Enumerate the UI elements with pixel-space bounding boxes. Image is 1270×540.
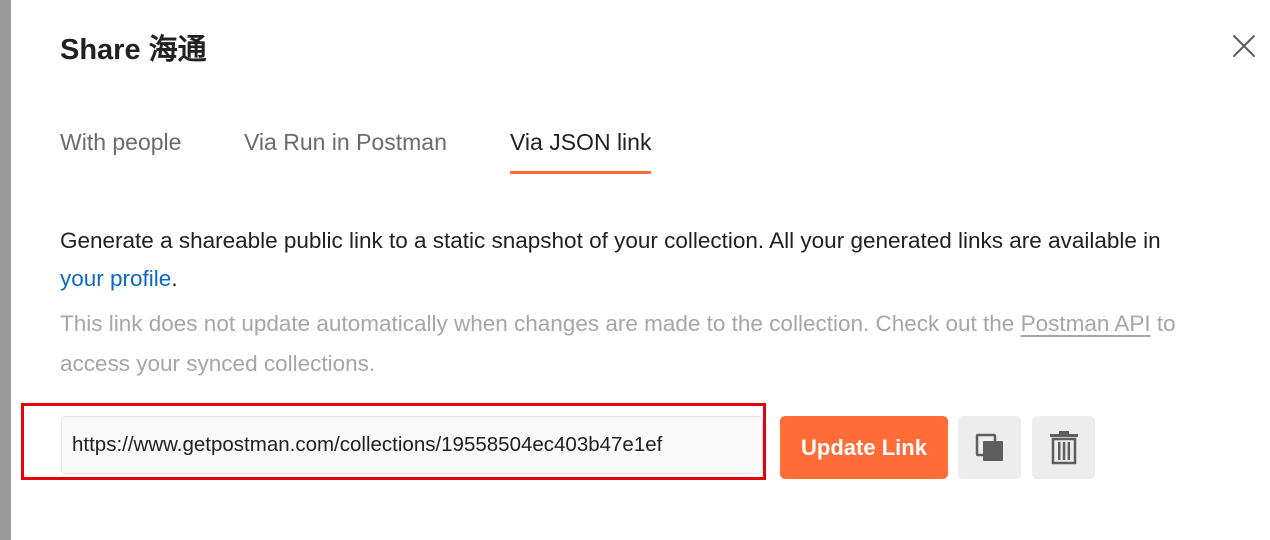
tab-with-people[interactable]: With people xyxy=(60,122,181,174)
close-icon xyxy=(1233,35,1255,57)
background-overlay-edge xyxy=(0,0,11,540)
description-text-after: . xyxy=(171,266,178,291)
copy-icon xyxy=(975,433,1003,461)
description-text-before: Generate a shareable public link to a st… xyxy=(60,228,1161,253)
postman-api-link[interactable]: Postman API xyxy=(1021,311,1151,336)
json-link-input[interactable] xyxy=(61,416,763,474)
tab-via-run-in-postman[interactable]: Via Run in Postman xyxy=(244,122,447,174)
sync-note: This link does not update automatically … xyxy=(60,304,1200,384)
close-button[interactable] xyxy=(1226,28,1262,64)
dialog-title: Share 海通 xyxy=(60,34,207,66)
tab-via-json-link[interactable]: Via JSON link xyxy=(510,122,652,174)
share-dialog: Share 海通 With people Via Run in Postman … xyxy=(0,0,1270,540)
delete-link-button[interactable] xyxy=(1032,416,1095,479)
your-profile-link[interactable]: your profile xyxy=(60,266,171,291)
description-text: Generate a shareable public link to a st… xyxy=(60,222,1200,298)
trash-icon xyxy=(1049,430,1078,464)
copy-link-button[interactable] xyxy=(958,416,1021,479)
note-text-before: This link does not update automatically … xyxy=(60,311,1021,336)
update-link-button[interactable]: Update Link xyxy=(780,416,948,479)
